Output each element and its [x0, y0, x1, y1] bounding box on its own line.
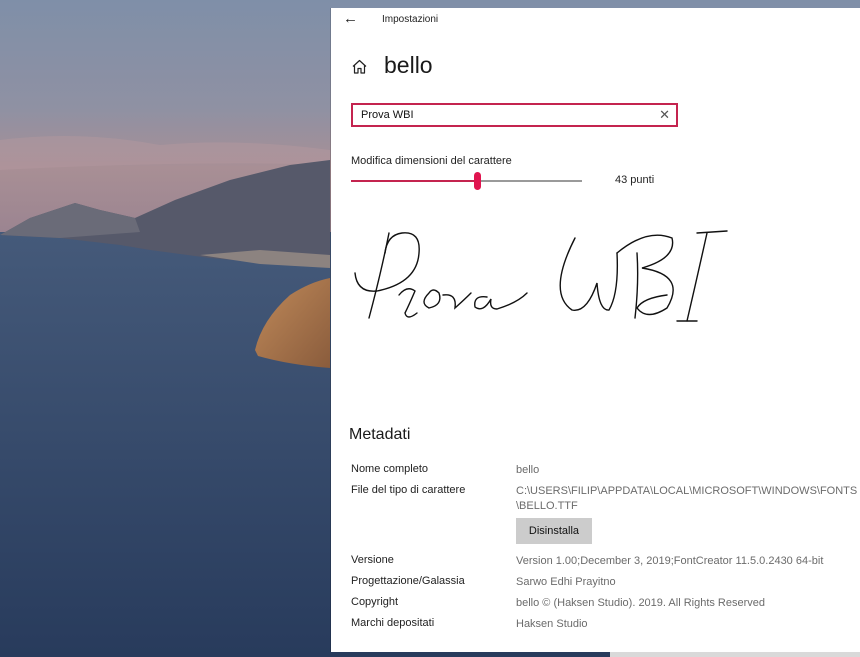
font-size-slider[interactable]: [351, 172, 582, 190]
slider-thumb[interactable]: [473, 172, 481, 190]
metadata-key: Progettazione/Galassia: [351, 575, 465, 587]
metadata-key: Nome completo: [351, 463, 429, 475]
home-icon[interactable]: [351, 58, 368, 75]
metadata-value: bello © (Haksen Studio). 2019. All Right…: [516, 597, 766, 609]
page-title: bello: [384, 52, 433, 78]
metadata-section-title: Metadati: [349, 426, 411, 443]
metadata-value: Version 1.00;December 3, 2019;FontCreato…: [516, 555, 824, 567]
font-preview-glyphs: [354, 230, 728, 322]
settings-window: ← Impostazioni bello ✕ Modifica dimensio…: [331, 8, 860, 652]
app-title: Impostazioni: [382, 14, 439, 25]
font-preview: [347, 213, 847, 323]
back-arrow-icon[interactable]: ←: [343, 11, 359, 27]
taskbar-edge: [610, 652, 860, 657]
preview-text-input[interactable]: [361, 107, 651, 123]
metadata-value: Haksen Studio: [516, 618, 588, 630]
metadata-key: Versione: [351, 554, 394, 566]
title-bar: ← Impostazioni: [331, 8, 860, 36]
metadata-value-continued: \BELLO.TTF: [516, 500, 578, 512]
metadata-key: Marchi depositati: [351, 617, 435, 629]
preview-text-field[interactable]: ✕: [351, 103, 678, 127]
metadata-key: File del tipo di carattere: [351, 484, 466, 496]
metadata-value: C:\USERS\FILIP\APPDATA\LOCAL\MICROSOFT\W…: [516, 485, 858, 497]
uninstall-button[interactable]: Disinstalla: [516, 518, 592, 544]
slider-fill: [351, 180, 477, 182]
metadata-value: bello: [516, 464, 540, 476]
font-size-label: Modifica dimensioni del carattere: [351, 155, 512, 167]
close-icon[interactable]: ✕: [659, 107, 670, 123]
metadata-value: Sarwo Edhi Prayitno: [516, 576, 616, 588]
metadata-key: Copyright: [351, 596, 399, 608]
font-size-value: 43 punti: [615, 174, 655, 186]
